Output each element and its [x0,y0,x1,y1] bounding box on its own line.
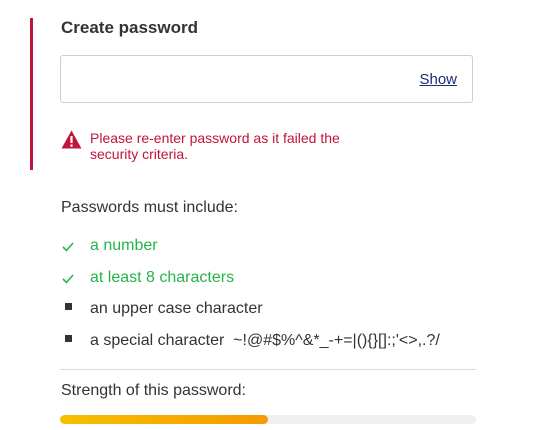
strength-meter [60,415,476,424]
error-message: Please re-enter password as it failed th… [90,130,340,162]
rule-label: at least 8 characters [90,269,235,286]
warning-icon [61,130,82,149]
rule-number: a number [62,235,158,257]
rule-uppercase: an upper case character [62,298,263,320]
rule-special-character: a special character ~!@#$%^&*_-+=|(){}[]… [62,330,440,352]
strength-meter-fill [60,415,268,424]
rule-length: at least 8 characters [62,267,234,289]
bullet-icon [65,335,72,343]
error-indicator-bar [30,18,33,170]
rule-label: a number [90,237,158,254]
rule-label: a special character ~!@#$%^&*_-+=|(){}[]… [90,332,440,349]
divider [60,369,476,370]
password-input[interactable]: Show [60,55,473,103]
create-password-form: Create password Show Please re-enter pas… [0,0,536,430]
password-label: Create password [61,18,198,37]
password-rules-title: Passwords must include: [61,199,238,216]
rule-label: an upper case character [90,300,263,317]
show-password-link[interactable]: Show [419,71,457,89]
strength-label: Strength of this password: [61,382,246,399]
check-icon [62,242,74,252]
check-icon [62,274,74,284]
bullet-icon [65,303,72,311]
